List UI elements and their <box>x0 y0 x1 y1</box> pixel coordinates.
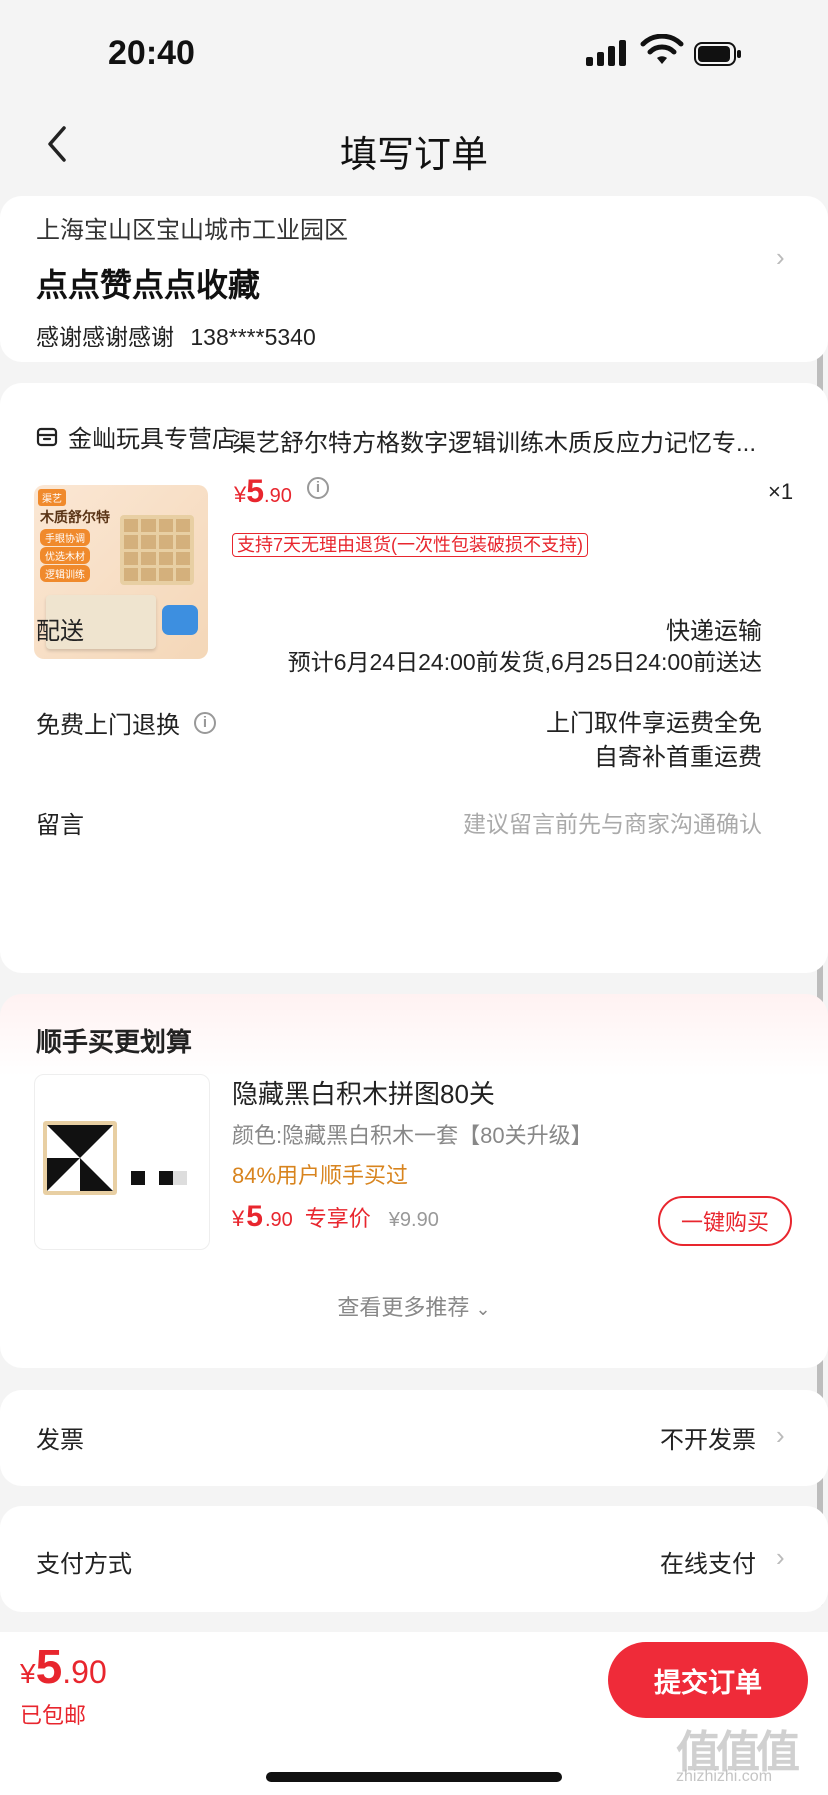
address-detail: 点点赞点点收藏 <box>36 267 261 303</box>
addon-image-pieces <box>145 1171 159 1185</box>
return-policy-text: 支持7天无理由退货(一次性包装破损不支持) <box>232 533 588 557</box>
product-image-tag: 逻辑训练 <box>40 565 90 582</box>
free-return-row: 免费上门退换 i <box>36 705 216 740</box>
total-price: ¥ 5 .90 <box>20 1640 107 1695</box>
addon-image-puzzle <box>47 1125 113 1191</box>
home-indicator[interactable] <box>266 1772 562 1782</box>
product-image-timer <box>162 605 198 635</box>
battery-icon <box>694 42 741 66</box>
price-integer: 5 <box>35 1641 63 1694</box>
free-return-label: 免费上门退换 <box>36 712 180 739</box>
store-icon <box>36 427 58 446</box>
see-more-link[interactable]: 查看更多推荐 ⌄ <box>0 1290 828 1322</box>
message-label: 留言 <box>36 812 84 839</box>
shipping-label: 配送 <box>36 618 84 645</box>
chevron-down-icon: ⌄ <box>475 1299 491 1319</box>
price-integer: 5 <box>246 473 265 509</box>
cellular-signal-icon <box>586 40 626 66</box>
product-price: ¥ 5 .90 <box>234 473 292 510</box>
return-policy-badge: 支持7天无理由退货(一次性包装破损不支持) <box>232 531 588 557</box>
address-card[interactable]: 上海宝山区宝山城市工业园区 点点赞点点收藏 感谢感谢感谢 138****5340… <box>0 196 828 362</box>
payment-row[interactable]: 支付方式 在线支付 › <box>0 1506 828 1612</box>
product-image-tag: 手眼协调 <box>40 529 90 546</box>
product-title[interactable]: 渠艺舒尔特方格数字逻辑训练木质反应力记忆专... <box>232 423 792 458</box>
addon-social-proof: 84%用户顺手买过 <box>232 1163 409 1188</box>
price-symbol: ¥ <box>234 482 247 507</box>
shipping-note: 已包邮 <box>20 1703 87 1728</box>
shipping-eta: 预计6月24日24:00前发货,6月25日24:00前送达 <box>287 649 762 675</box>
store-card: 金屾玩具专营店 渠艺 木质舒尔特 手眼协调 优选木材 逻辑训练 渠艺舒尔特方格数… <box>0 383 828 973</box>
contact-name: 感谢感谢感谢 <box>36 324 174 350</box>
info-icon[interactable]: i <box>307 477 329 499</box>
page-title: 填写订单 <box>340 134 488 175</box>
product-image-brand: 渠艺 <box>38 489 66 506</box>
addon-card: 顺手买更划算 隐藏黑白积木拼图80关 颜色:隐藏黑白积木一套【80关升级】 84… <box>0 994 828 1368</box>
free-return-line2: 自寄补首重运费 <box>594 744 762 771</box>
chevron-right-icon: › <box>776 242 785 272</box>
payment-label: 支付方式 <box>36 1551 132 1578</box>
store-name: 金屾玩具专营店 <box>68 426 236 453</box>
payment-value: 在线支付 <box>660 1551 756 1578</box>
info-icon[interactable]: i <box>194 711 216 734</box>
contact-phone: 138****5340 <box>190 324 316 350</box>
addon-title: 顺手买更划算 <box>36 1027 193 1057</box>
message-input[interactable]: 建议留言前先与商家沟通确认 <box>463 805 762 839</box>
addon-item-name[interactable]: 隐藏黑白积木拼图80关 <box>232 1074 495 1111</box>
address-region: 上海宝山区宝山城市工业园区 <box>36 217 348 244</box>
product-image-title: 木质舒尔特 <box>40 509 110 525</box>
addon-price: ¥ 5 .90 专享价 ¥9.90 <box>232 1200 439 1234</box>
price-symbol: ¥ <box>20 1658 36 1689</box>
status-time: 20:40 <box>108 34 195 72</box>
invoice-value: 不开发票 <box>660 1427 756 1454</box>
price-symbol: ¥ <box>232 1206 245 1231</box>
see-more-label: 查看更多推荐 <box>337 1295 470 1320</box>
price-decimal: .90 <box>264 1209 293 1231</box>
submit-order-button[interactable]: 提交订单 <box>608 1642 808 1718</box>
exclusive-price-tag: 专享价 <box>304 1206 371 1231</box>
watermark-url: zhizhizhi.com <box>676 1768 773 1785</box>
free-return-line1: 上门取件享运费全免 <box>546 710 762 737</box>
invoice-label: 发票 <box>36 1427 84 1454</box>
price-integer: 5 <box>246 1200 263 1233</box>
store-header[interactable]: 金屾玩具专营店 <box>36 419 236 454</box>
addon-image-pieces <box>173 1171 187 1185</box>
product-image-tag: 优选木材 <box>40 547 90 564</box>
addon-item-spec: 颜色:隐藏黑白积木一套【80关升级】 <box>232 1123 593 1148</box>
one-click-buy-button[interactable]: 一键购买 <box>658 1196 792 1246</box>
product-image-grid <box>120 515 194 585</box>
shipping-method: 快递运输 <box>666 618 762 645</box>
product-quantity: ×1 <box>768 479 794 504</box>
chevron-right-icon: › <box>776 1420 785 1450</box>
price-decimal: .90 <box>264 485 292 507</box>
addon-image[interactable] <box>34 1074 210 1250</box>
original-price: ¥9.90 <box>388 1209 439 1231</box>
chevron-right-icon: › <box>776 1542 785 1572</box>
price-decimal: .90 <box>62 1654 107 1690</box>
address-contact: 感谢感谢感谢 138****5340 <box>36 318 316 352</box>
wifi-icon <box>640 34 684 64</box>
invoice-row[interactable]: 发票 不开发票 › <box>0 1390 828 1486</box>
